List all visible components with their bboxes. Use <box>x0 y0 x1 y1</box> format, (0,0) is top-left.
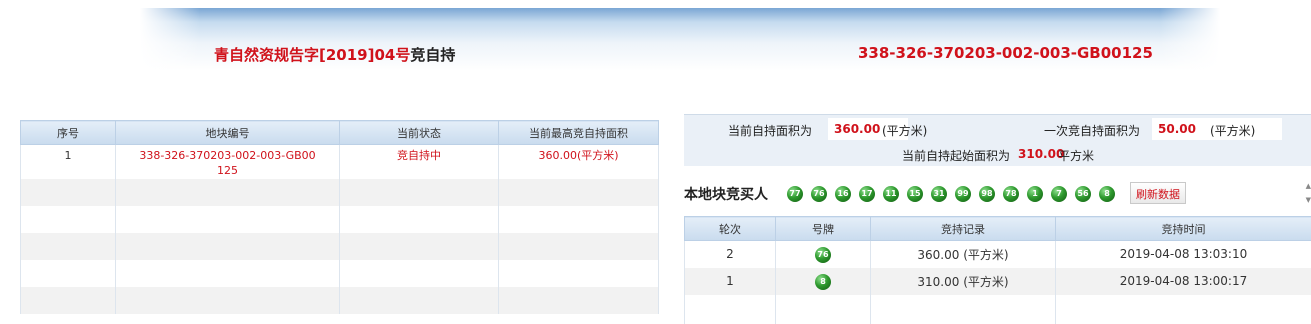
record-round: 1 <box>684 267 776 295</box>
notice-title: 青自然资规告字[2019]04号竞自持 <box>214 44 455 65</box>
record-value: 310.00 (平方米) <box>870 267 1056 295</box>
table-row: 1 8 310.00 (平方米) 2019-04-08 13:00:17 <box>684 267 1311 295</box>
bidder-badge[interactable]: 17 <box>859 186 875 202</box>
refresh-data-button[interactable]: 刷新数据 <box>1130 182 1186 204</box>
bidder-badge[interactable]: 31 <box>931 186 947 202</box>
row-status: 竞自持中 <box>339 144 499 179</box>
table-row <box>684 294 1311 324</box>
table-row <box>20 178 659 206</box>
bidder-badge[interactable]: 78 <box>1003 186 1019 202</box>
record-plate: 8 <box>775 267 871 295</box>
table-row <box>20 259 659 287</box>
row-area: 360.00(平方米) <box>498 144 659 179</box>
col-header-time: 竞持时间 <box>1055 216 1311 241</box>
col-header-parcel: 地块编号 <box>115 120 340 145</box>
bidder-badge[interactable]: 77 <box>787 186 803 202</box>
current-area-label: 当前自持面积为 <box>728 124 813 138</box>
increment-unit: (平方米) <box>1210 124 1256 138</box>
col-header-status: 当前状态 <box>339 120 499 145</box>
bidder-badge[interactable]: 15 <box>907 186 923 202</box>
scroll-down-icon[interactable]: ▼ <box>1306 196 1311 204</box>
table-row <box>20 232 659 260</box>
bidder-badge[interactable]: 99 <box>955 186 971 202</box>
bidder-badge[interactable]: 76 <box>811 186 827 202</box>
row-parcel-code[interactable]: 338-326-370203-002-003-GB00125 <box>115 144 340 179</box>
start-area-label: 当前自持起始面积为 <box>902 149 1011 163</box>
table-row: 2 76 360.00 (平方米) 2019-04-08 13:03:10 <box>684 240 1311 268</box>
plate-badge: 8 <box>815 273 831 290</box>
notice-type: 竞自持 <box>410 46 456 64</box>
parcel-list-table: 序号 地块编号 当前状态 当前最高竞自持面积 1 338-326-370203-… <box>20 120 659 314</box>
bidders-row: 本地块竞买人 77 76 16 17 11 15 31 99 98 78 1 7… <box>684 182 1311 206</box>
record-value: 360.00 (平方米) <box>870 240 1056 268</box>
start-area-unit: 平方米 <box>1058 149 1095 163</box>
bid-record-table: 轮次 号牌 竞持记录 竞持时间 2 76 360.00 (平方米) 2019-0… <box>684 216 1311 324</box>
record-plate: 76 <box>775 240 871 268</box>
record-time: 2019-04-08 13:03:10 <box>1055 240 1311 268</box>
record-round: 2 <box>684 240 776 268</box>
bidder-badge[interactable]: 98 <box>979 186 995 202</box>
bidder-badge[interactable]: 56 <box>1075 186 1091 202</box>
start-area-row: 当前自持起始面积为 310.00 平方米 <box>684 142 1311 166</box>
row-index: 1 <box>20 144 116 179</box>
bidding-panel: 当前自持面积为 360.00 (平方米) 一次竞自持面积为 50.00 (平方米… <box>684 110 1311 324</box>
bidder-badge[interactable]: 16 <box>835 186 851 202</box>
table-row <box>20 205 659 233</box>
plate-badge: 76 <box>815 246 831 263</box>
bidders-title: 本地块竞买人 <box>684 187 768 203</box>
current-area-row: 当前自持面积为 360.00 (平方米) 一次竞自持面积为 50.00 (平方米… <box>684 114 1311 142</box>
bidder-badge[interactable]: 11 <box>883 186 899 202</box>
parcel-code-title: 338-326-370203-002-003-GB00125 <box>858 44 1153 62</box>
bidder-badge[interactable]: 8 <box>1099 186 1115 202</box>
bidder-badge[interactable]: 7 <box>1051 186 1067 202</box>
table-row[interactable]: 1 338-326-370203-002-003-GB00125 竞自持中 36… <box>20 144 659 179</box>
col-header-index: 序号 <box>20 120 116 145</box>
bidder-badge[interactable]: 1 <box>1027 186 1043 202</box>
notice-number: 青自然资规告字[2019]04号 <box>214 46 411 64</box>
col-header-area: 当前最高竞自持面积 <box>498 120 659 145</box>
record-time: 2019-04-08 13:00:17 <box>1055 267 1311 295</box>
table-row <box>20 286 659 314</box>
col-header-round: 轮次 <box>684 216 776 241</box>
scroll-up-icon[interactable]: ▲ <box>1306 182 1311 190</box>
increment-label: 一次竞自持面积为 <box>1044 124 1141 138</box>
col-header-record: 竞持记录 <box>870 216 1056 241</box>
col-header-plate: 号牌 <box>775 216 871 241</box>
current-area-unit: (平方米) <box>882 124 928 138</box>
